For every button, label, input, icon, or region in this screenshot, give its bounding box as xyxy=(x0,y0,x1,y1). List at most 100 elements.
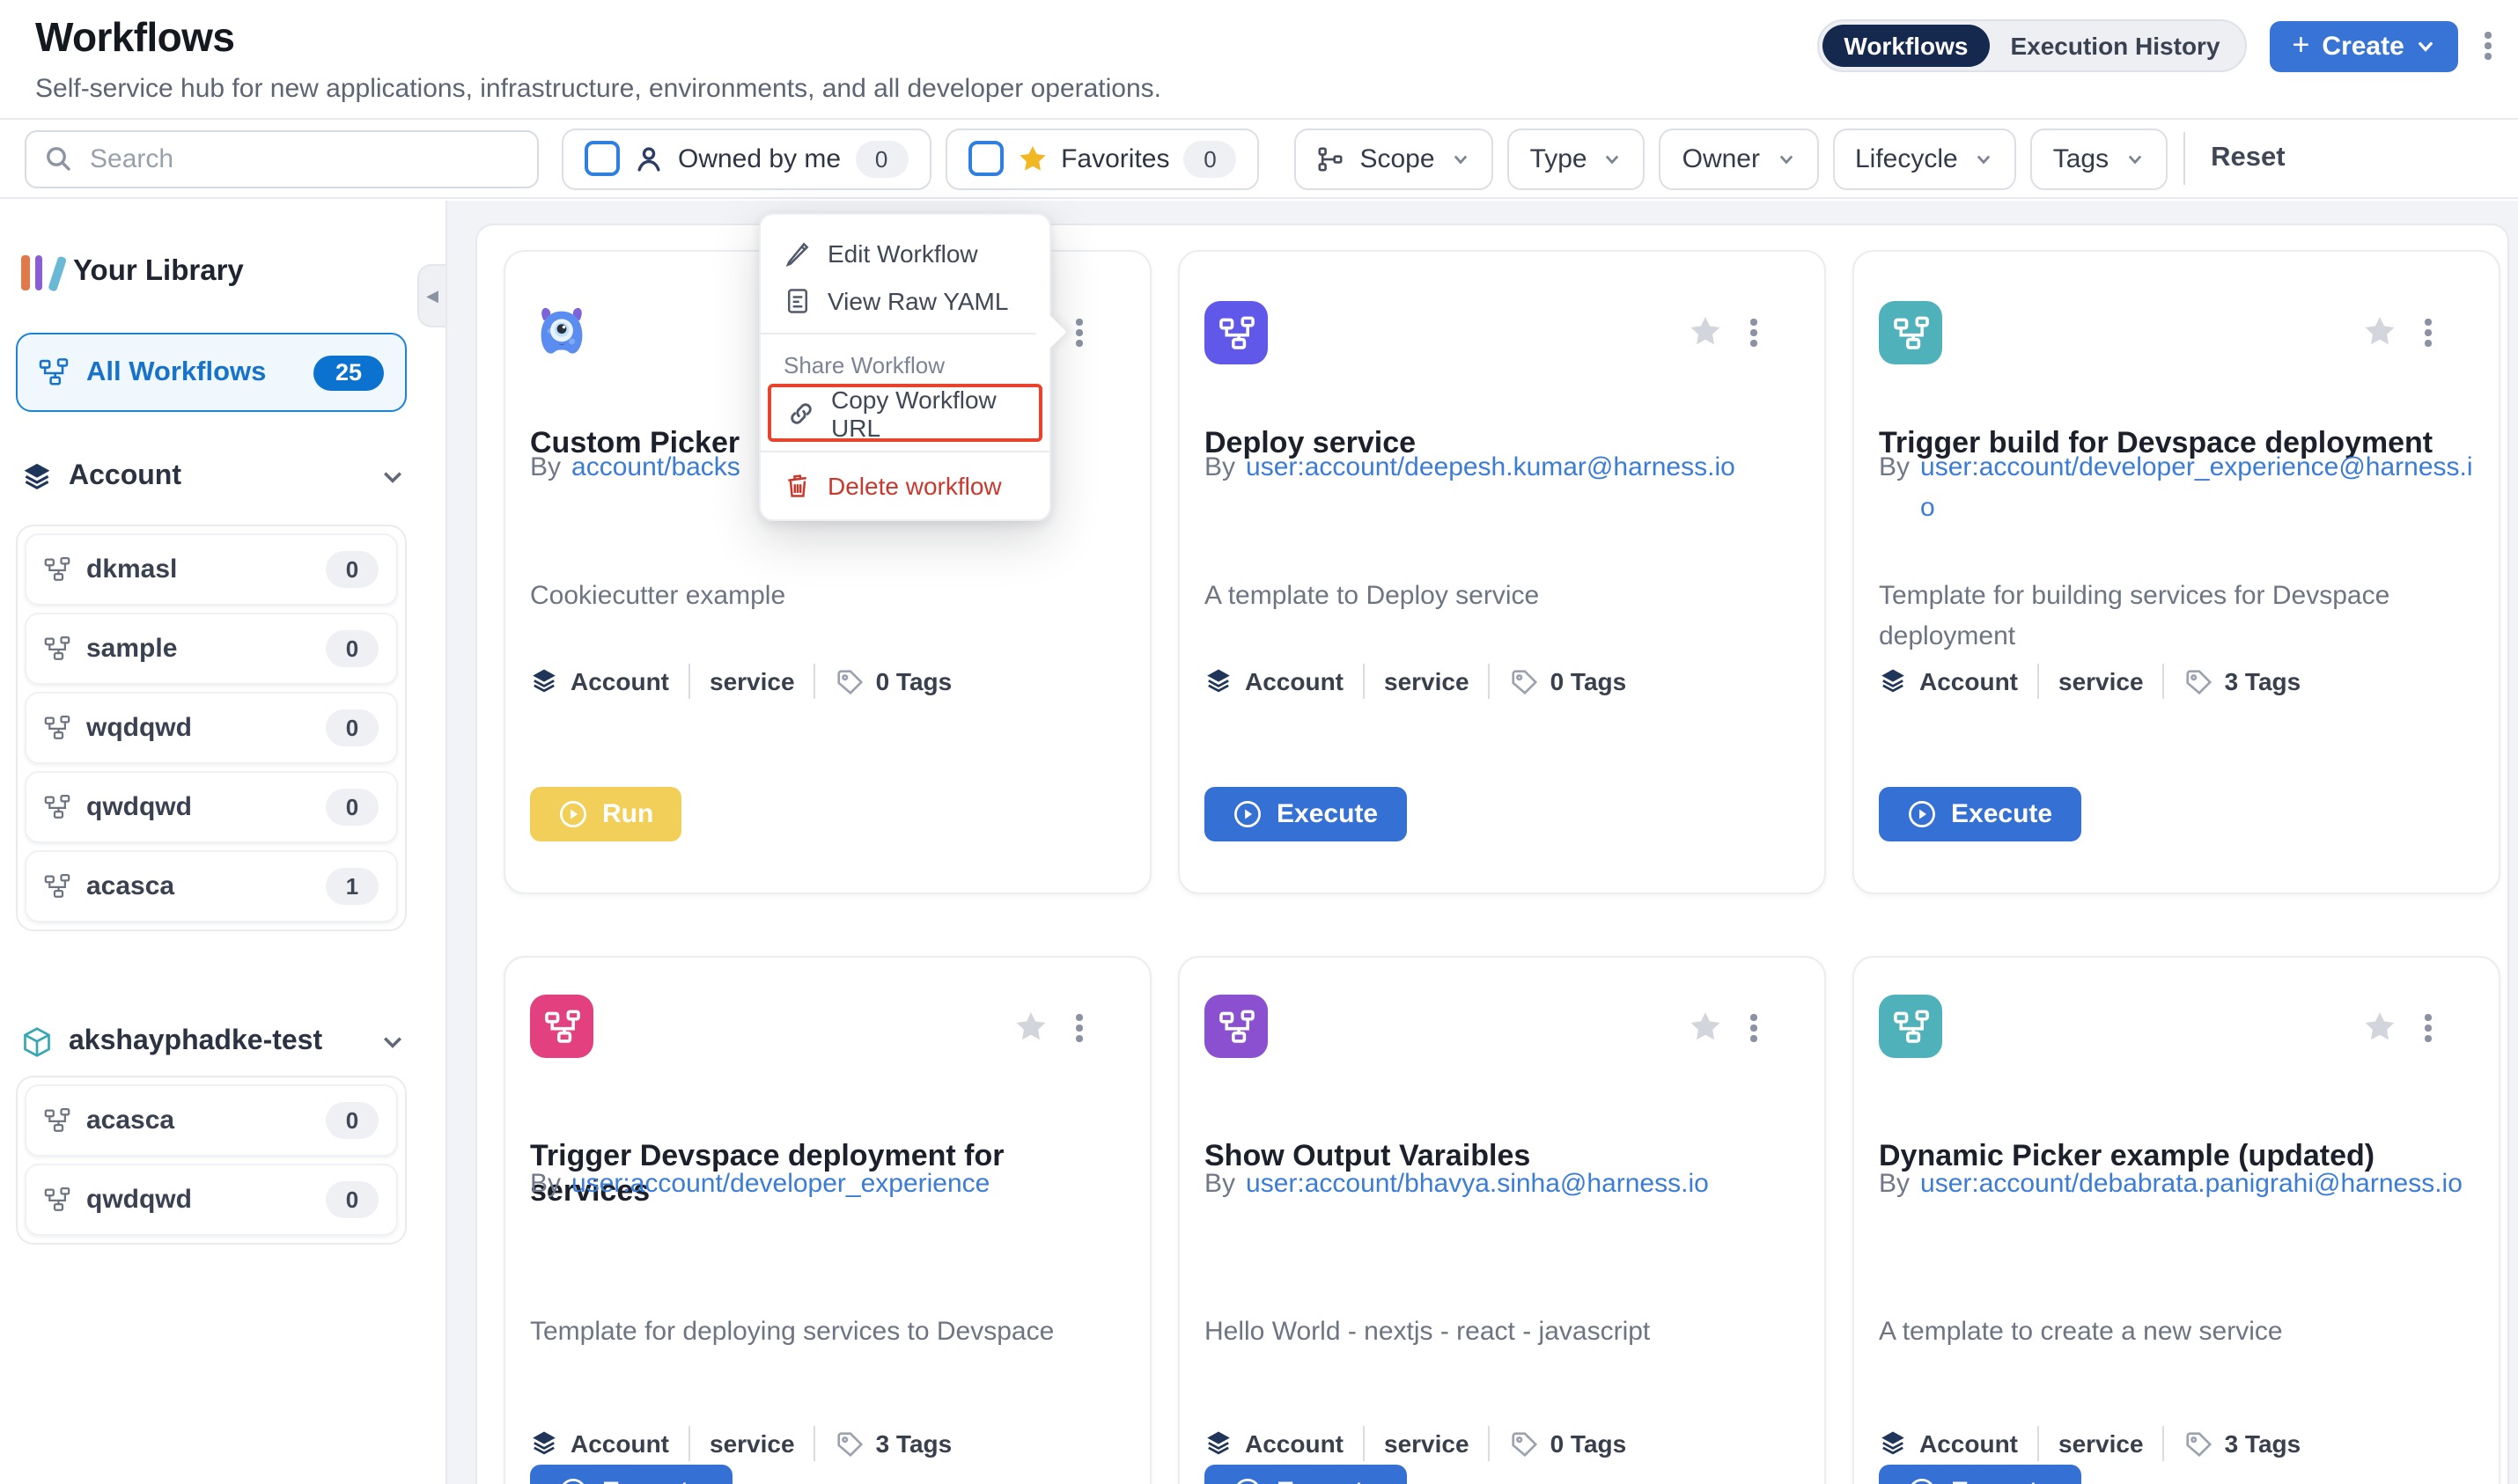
owner-link[interactable]: user:account/bhavya.sinha@harness.io xyxy=(1246,1165,1709,1205)
link-icon xyxy=(787,399,815,427)
lifecycle-dropdown[interactable]: Lifecycle xyxy=(1832,128,2016,189)
menu-divider xyxy=(761,333,1049,334)
workflow-card-dynamic-picker-example[interactable]: Dynamic Picker example (updated) Byuser:… xyxy=(1852,956,2500,1484)
sidebar-item-qwdqwd[interactable]: qwdqwd 0 xyxy=(25,771,398,843)
owner-link[interactable]: user:account/debabrata.panigrahi@harness… xyxy=(1920,1165,2463,1205)
favorite-star-icon[interactable] xyxy=(2364,316,2397,349)
chevron-down-icon xyxy=(1776,149,1795,168)
workflow-icon xyxy=(44,873,70,900)
tag-icon xyxy=(1510,1429,1540,1458)
workflow-tile-icon xyxy=(1204,995,1268,1058)
menu-item-copy-workflow-url[interactable]: Copy Workflow URL xyxy=(771,387,1039,438)
favorite-star-icon[interactable] xyxy=(2364,1011,2397,1045)
tab-workflows[interactable]: Workflows xyxy=(1822,25,1989,67)
sidebar-collapse-button[interactable]: ◀ xyxy=(417,264,445,327)
sidebar-item-all-workflows[interactable]: All Workflows 25 xyxy=(16,333,407,412)
owner-link[interactable]: user:account/deepesh.kumar@harness.io xyxy=(1246,449,1735,489)
card-kebab-menu[interactable] xyxy=(2422,1010,2435,1046)
card-kebab-menu[interactable] xyxy=(1748,1010,1761,1046)
sidebar-item-qwdqwd-2[interactable]: qwdqwd 0 xyxy=(25,1164,398,1236)
owner-link[interactable]: user:account/developer_experience@harnes… xyxy=(1920,449,2481,528)
owned-by-me-filter[interactable]: Owned by me 0 xyxy=(562,128,931,189)
create-button[interactable]: + Create xyxy=(2270,20,2459,71)
page-subtitle: Self-service hub for new applications, i… xyxy=(35,74,1161,104)
tag-icon xyxy=(1510,666,1540,696)
view-toggle: Workflows Execution History xyxy=(1817,19,2246,72)
menu-item-delete-workflow[interactable]: Delete workflow xyxy=(761,461,1049,509)
owner-link[interactable]: user:account/developer_experience xyxy=(571,1165,990,1205)
play-circle-icon xyxy=(1233,1477,1263,1484)
favorites-count: 0 xyxy=(1183,140,1236,177)
card-description: A template to Deploy service xyxy=(1204,577,1800,617)
workflow-card-trigger-build-devspace[interactable]: Trigger build for Devspace deployment By… xyxy=(1852,250,2500,894)
menu-divider xyxy=(761,451,1049,452)
layers-icon xyxy=(530,1429,558,1458)
hierarchy-icon xyxy=(1317,145,1344,172)
search-box xyxy=(25,129,539,187)
type-dropdown[interactable]: Type xyxy=(1507,128,1646,189)
chevron-down-icon xyxy=(1974,149,1993,168)
sidebar-item-wqdqwd[interactable]: wqdqwd 0 xyxy=(25,692,398,764)
workflow-card-trigger-devspace-deployment[interactable]: Trigger Devspace deployment for services… xyxy=(504,956,1152,1484)
layers-icon xyxy=(21,461,53,493)
card-meta: Account service 0 Tags xyxy=(530,664,952,699)
execute-button[interactable]: Execute xyxy=(1204,1465,1406,1484)
card-kebab-menu[interactable] xyxy=(1073,315,1086,350)
tag-icon xyxy=(836,1429,865,1458)
favorite-star-icon[interactable] xyxy=(1690,1011,1723,1045)
workflow-context-menu: Edit Workflow View Raw YAML Share Workfl… xyxy=(759,213,1051,521)
library-sidebar: Your Library ◀ All Workflows 25 Account … xyxy=(0,201,447,1484)
execute-button[interactable]: Execute xyxy=(1879,1465,2080,1484)
run-button[interactable]: Run xyxy=(530,787,681,841)
play-circle-icon xyxy=(558,1477,588,1484)
search-input[interactable] xyxy=(86,142,519,175)
library-icon xyxy=(21,253,55,290)
workflow-tile-icon xyxy=(530,995,593,1058)
owner-link[interactable]: account/backs xyxy=(571,449,740,489)
execute-button[interactable]: Execute xyxy=(1204,787,1406,841)
play-circle-icon xyxy=(1233,799,1263,829)
account-items-group: dkmasl 0 sample 0 wqdqwd 0 qwdqwd 0 acas… xyxy=(16,525,407,931)
sidebar-item-sample[interactable]: sample 0 xyxy=(25,613,398,685)
favorites-checkbox[interactable] xyxy=(968,141,1003,176)
tag-icon xyxy=(2184,666,2214,696)
layers-icon xyxy=(1204,1429,1233,1458)
workflow-icon xyxy=(44,1186,70,1213)
document-icon xyxy=(784,286,812,314)
page-overflow-menu-icon[interactable] xyxy=(2482,28,2495,63)
workflows-page: Workflows Self-service hub for new appli… xyxy=(0,0,2518,1484)
tab-execution-history[interactable]: Execution History xyxy=(1989,25,2241,67)
workflow-tile-icon xyxy=(1879,995,1942,1058)
chevron-down-icon xyxy=(380,1030,405,1054)
favorite-star-icon[interactable] xyxy=(1015,1011,1049,1045)
card-kebab-menu[interactable] xyxy=(1073,1010,1086,1046)
workflow-card-show-output-varaibles[interactable]: Show Output Varaibles Byuser:account/bha… xyxy=(1178,956,1826,1484)
execute-button[interactable]: Execute xyxy=(1879,787,2080,841)
search-icon xyxy=(44,144,72,173)
owned-by-me-checkbox[interactable] xyxy=(585,141,620,176)
sidebar-item-acasca-2[interactable]: acasca 0 xyxy=(25,1084,398,1157)
card-kebab-menu[interactable] xyxy=(1748,315,1761,350)
sidebar-section-account[interactable]: Account xyxy=(21,461,405,493)
workflow-card-deploy-service[interactable]: Deploy service Byuser:account/deepesh.ku… xyxy=(1178,250,1826,894)
chevron-down-icon xyxy=(2124,149,2144,168)
card-meta: Account service 3 Tags xyxy=(530,1426,952,1461)
sidebar-section-akshayphadke-test[interactable]: akshayphadke-test xyxy=(21,1026,405,1058)
owner-dropdown[interactable]: Owner xyxy=(1660,128,1818,189)
tags-dropdown[interactable]: Tags xyxy=(2030,128,2167,189)
menu-item-view-raw-yaml[interactable]: View Raw YAML xyxy=(761,276,1049,324)
card-kebab-menu[interactable] xyxy=(2422,315,2435,350)
cube-icon xyxy=(21,1026,53,1058)
filter-bar: Owned by me 0 Favorites 0 Scope Type Own… xyxy=(0,118,2518,199)
menu-item-edit-workflow[interactable]: Edit Workflow xyxy=(761,229,1049,276)
execute-button[interactable]: Execute xyxy=(530,1465,732,1484)
scope-dropdown[interactable]: Scope xyxy=(1294,128,1492,189)
layers-icon xyxy=(1879,1429,1907,1458)
favorite-star-icon[interactable] xyxy=(1690,316,1723,349)
favorites-filter[interactable]: Favorites 0 xyxy=(945,128,1259,189)
sidebar-item-dkmasl[interactable]: dkmasl 0 xyxy=(25,533,398,606)
sidebar-item-acasca[interactable]: acasca 1 xyxy=(25,850,398,922)
divider xyxy=(2183,132,2184,185)
reset-filters-button[interactable]: Reset xyxy=(2200,143,2295,174)
chevron-down-icon xyxy=(380,465,405,489)
